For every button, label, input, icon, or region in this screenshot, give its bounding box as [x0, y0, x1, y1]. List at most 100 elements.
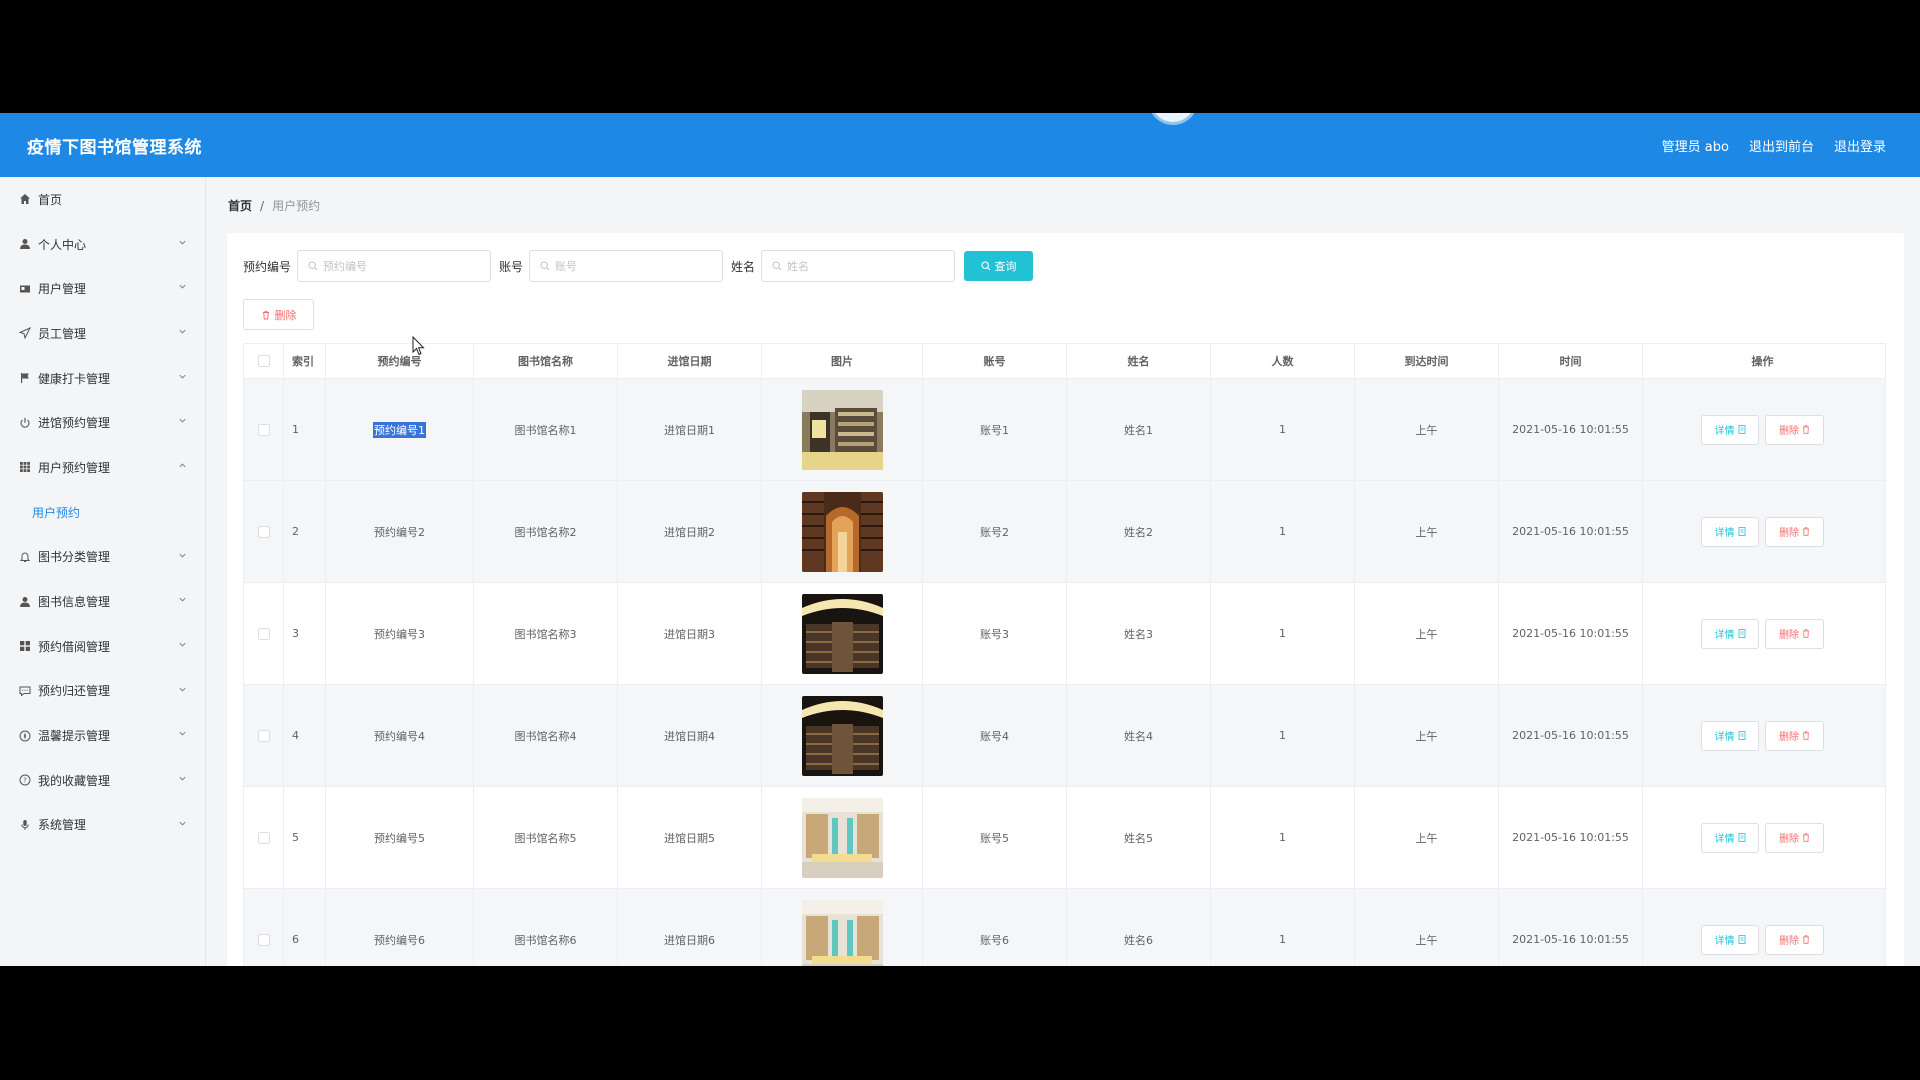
- header-cell: 姓名: [1067, 344, 1211, 378]
- row-checkbox[interactable]: [257, 831, 270, 844]
- flag-icon: [19, 372, 31, 384]
- sidebar-item-entry-booking[interactable]: 进馆预约管理: [0, 400, 205, 445]
- detail-label: 详情: [1714, 528, 1735, 539]
- mic-icon: [19, 819, 31, 831]
- header-actions: 管理员 abo 退出到前台 退出登录: [1662, 136, 1886, 155]
- time-cell: 2021-05-16 10:01:55: [1499, 685, 1643, 786]
- detail-button[interactable]: 详情: [1701, 414, 1759, 445]
- image-cell: [762, 379, 923, 480]
- sidebar-item-personal-center[interactable]: 个人中心: [0, 222, 205, 267]
- sidebar-item-borrow-booking[interactable]: 预约借阅管理: [0, 624, 205, 669]
- time-cell: 2021-05-16 10:01:55: [1499, 379, 1643, 480]
- search-icon: [540, 261, 550, 271]
- count-cell: 1: [1211, 379, 1355, 480]
- detail-button[interactable]: 详情: [1701, 720, 1759, 751]
- breadcrumb-home[interactable]: 首页: [228, 197, 252, 214]
- booking-no-cell: 预约编号4: [326, 685, 474, 786]
- row-select: [244, 787, 284, 888]
- actions-cell: 详情 删除: [1643, 583, 1882, 684]
- count-cell: 1: [1211, 889, 1355, 966]
- library-photo[interactable]: [801, 491, 883, 572]
- sidebar-item-favorites[interactable]: ? 我的收藏管理: [0, 758, 205, 803]
- sidebar-item-tips[interactable]: 温馨提示管理: [0, 713, 205, 758]
- bell-icon: [19, 551, 31, 563]
- sidebar-item-label: 图书信息管理: [38, 595, 111, 610]
- sidebar-item-home[interactable]: 首页: [0, 177, 205, 222]
- time-cell: 2021-05-16 10:01:55: [1499, 583, 1643, 684]
- chevron-down-icon: [179, 374, 186, 379]
- library-photo[interactable]: [801, 899, 883, 966]
- detail-label: 详情: [1714, 936, 1735, 947]
- entry-date-cell: 进馆日期3: [618, 583, 762, 684]
- selected-booking-no: 预约编号1: [373, 421, 426, 438]
- name-cell: 姓名5: [1067, 787, 1211, 888]
- delete-button[interactable]: 删除: [1765, 720, 1824, 751]
- detail-label: 详情: [1714, 426, 1735, 437]
- library-photo[interactable]: [801, 695, 883, 776]
- search-icon: [772, 261, 782, 271]
- header-cell: 到达时间: [1355, 344, 1499, 378]
- row-checkbox[interactable]: [257, 423, 270, 436]
- index-cell: 5: [284, 787, 326, 888]
- sidebar-item-users[interactable]: 用户管理: [0, 266, 205, 311]
- detail-button[interactable]: 详情: [1701, 618, 1759, 649]
- entry-date-cell: 进馆日期5: [618, 787, 762, 888]
- message-icon: [19, 685, 31, 697]
- booking-no-cell: 预约编号6: [326, 889, 474, 966]
- query-button[interactable]: 查询: [964, 251, 1034, 281]
- account-input[interactable]: [555, 259, 716, 273]
- detail-button[interactable]: 详情: [1701, 924, 1759, 955]
- library-photo[interactable]: [801, 797, 883, 878]
- table-row: 1 预约编号1 图书馆名称1 进馆日期1 账号1 姓名1 1 上午 2021-0…: [244, 379, 1885, 481]
- delete-button[interactable]: 删除: [1765, 414, 1824, 445]
- select-all-checkbox[interactable]: [257, 355, 270, 367]
- name-input[interactable]: [787, 259, 948, 273]
- detail-label: 详情: [1714, 732, 1735, 743]
- detail-button[interactable]: 详情: [1701, 822, 1759, 853]
- library-photo[interactable]: [801, 593, 883, 674]
- chevron-down-icon: [179, 776, 186, 781]
- sidebar-item-label: 系统管理: [38, 818, 87, 833]
- id-card-icon: [19, 283, 31, 295]
- sidebar-item-system[interactable]: 系统管理: [0, 803, 205, 848]
- document-icon: [1738, 833, 1745, 842]
- arrival-cell: 上午: [1355, 583, 1499, 684]
- booking-no-field: [297, 250, 492, 282]
- row-select: [244, 685, 284, 786]
- sidebar-item-user-booking-mgmt[interactable]: 用户预约管理: [0, 445, 205, 490]
- library-photo[interactable]: [801, 389, 883, 470]
- trash-icon: [1803, 527, 1809, 536]
- delete-button[interactable]: 删除: [1765, 516, 1824, 547]
- delete-button[interactable]: 删除: [1765, 822, 1824, 853]
- booking-no-input[interactable]: [323, 259, 484, 273]
- batch-delete-button[interactable]: 删除: [243, 299, 314, 330]
- delete-button[interactable]: 删除: [1765, 924, 1824, 955]
- sidebar-item-book-category[interactable]: 图书分类管理: [0, 535, 205, 580]
- logout-link[interactable]: 退出登录: [1834, 136, 1886, 155]
- row-select: [244, 889, 284, 966]
- row-checkbox[interactable]: [257, 627, 270, 640]
- booking-table: 索引 预约编号 图书馆名称 进馆日期 图片 账号 姓名 人数 到达时间 时间 操…: [243, 343, 1886, 966]
- sidebar-item-staff[interactable]: 员工管理: [0, 311, 205, 356]
- account-cell: 账号3: [923, 583, 1067, 684]
- back-to-front-link[interactable]: 退出到前台: [1749, 136, 1814, 155]
- search-form: 预约编号 账号 姓名 查询: [243, 250, 1034, 282]
- name-cell: 姓名6: [1067, 889, 1211, 966]
- row-checkbox[interactable]: [257, 525, 270, 538]
- sidebar-item-label: 我的收藏管理: [38, 773, 111, 788]
- sidebar-item-book-info[interactable]: 图书信息管理: [0, 579, 205, 624]
- delete-button[interactable]: 删除: [1765, 618, 1824, 649]
- actions-cell: 详情 删除: [1643, 889, 1882, 966]
- sidebar-item-label: 预约归还管理: [38, 684, 111, 699]
- row-checkbox[interactable]: [257, 933, 270, 946]
- header-cell: 账号: [923, 344, 1067, 378]
- row-checkbox[interactable]: [257, 729, 270, 742]
- sidebar-item-health-checkin[interactable]: 健康打卡管理: [0, 356, 205, 401]
- detail-button[interactable]: 详情: [1701, 516, 1759, 547]
- index-cell: 4: [284, 685, 326, 786]
- sidebar-item-return-booking[interactable]: 预约归还管理: [0, 669, 205, 714]
- chevron-down-icon: [179, 642, 186, 647]
- sidebar-item-user-booking[interactable]: 用户预约: [0, 490, 205, 535]
- search-icon: [308, 261, 318, 271]
- avatar: [1148, 113, 1198, 125]
